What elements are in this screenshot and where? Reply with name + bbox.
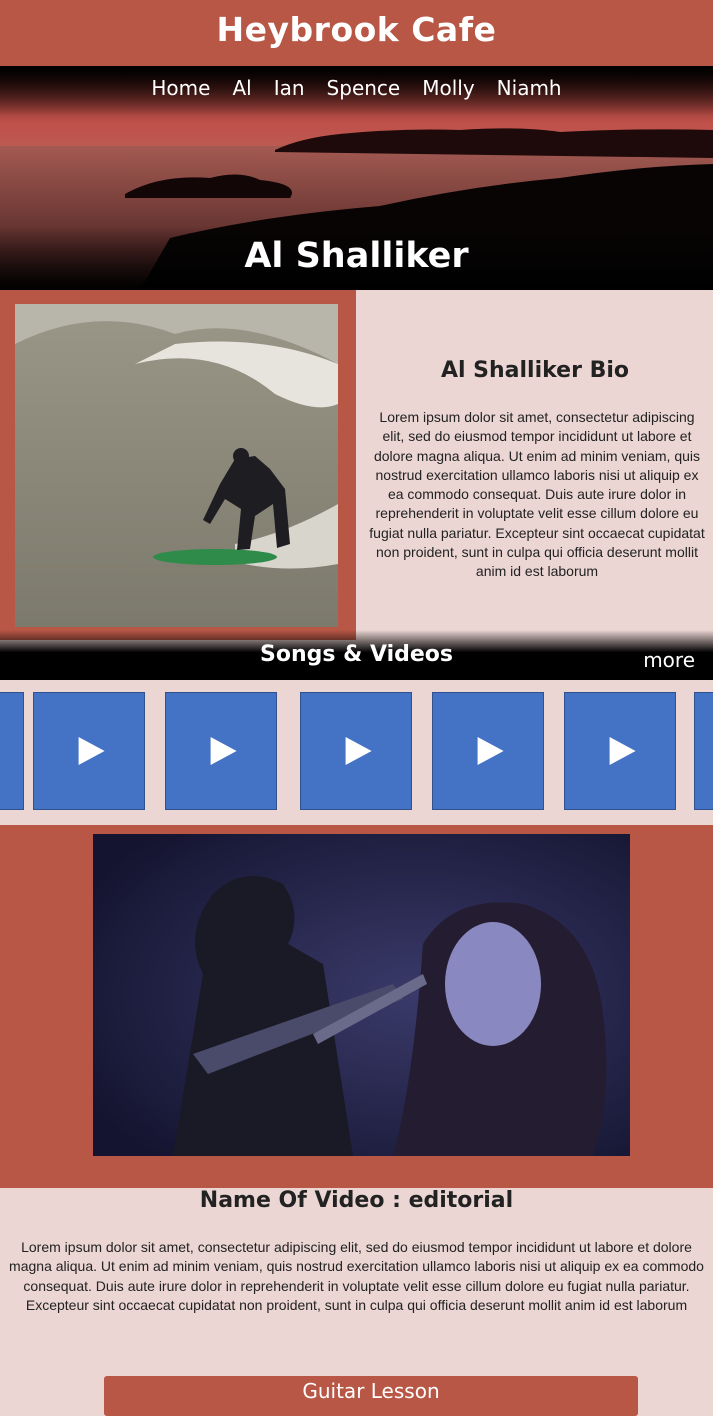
featured-video-section <box>0 825 713 1188</box>
video-thumbnail[interactable] <box>0 692 24 810</box>
play-icon <box>210 737 237 765</box>
songs-videos-heading: Songs & Videos <box>259 642 454 667</box>
songs-videos-bar: Songs & Videos more <box>0 630 713 680</box>
bio-text: Lorem ipsum dolor sit amet, consectetur … <box>369 409 705 580</box>
play-icon <box>609 737 636 765</box>
nav-item-al[interactable]: Al <box>221 76 262 100</box>
nav-item-home[interactable]: Home <box>140 76 221 100</box>
video-thumbnail[interactable] <box>564 692 676 810</box>
video-thumbnail[interactable] <box>694 692 713 810</box>
nav-item-ian[interactable]: Ian <box>263 76 316 100</box>
main-nav: Home Al Ian Spence Molly Niamh <box>0 76 713 100</box>
video-title: Name Of Video : editorial <box>199 1188 514 1213</box>
bio-photo-panel <box>0 290 356 640</box>
video-thumbnail[interactable] <box>300 692 412 810</box>
bio-heading: Al Shalliker Bio <box>440 358 630 383</box>
hero-banner: Home Al Ian Spence Molly Niamh Al Shalli… <box>0 66 713 290</box>
nav-item-spence[interactable]: Spence <box>316 76 412 100</box>
video-thumbnail[interactable] <box>432 692 544 810</box>
site-header: Heybrook Cafe <box>0 0 713 66</box>
more-link[interactable]: more <box>643 648 695 672</box>
site-title: Heybrook Cafe <box>216 10 497 49</box>
play-icon <box>477 737 504 765</box>
play-icon <box>345 737 372 765</box>
nav-item-niamh[interactable]: Niamh <box>486 76 573 100</box>
video-description: Lorem ipsum dolor sit amet, consectetur … <box>9 1239 704 1313</box>
featured-video-player[interactable] <box>93 834 630 1156</box>
play-icon <box>78 737 105 765</box>
guitar-lesson-button[interactable]: Guitar Lesson <box>104 1376 638 1416</box>
video-thumbnail[interactable] <box>165 692 277 810</box>
video-thumbnail-strip <box>0 680 713 825</box>
nav-item-molly[interactable]: Molly <box>411 76 485 100</box>
surfer-photo <box>15 304 338 627</box>
video-thumbnail[interactable] <box>33 692 145 810</box>
artist-name-heading: Al Shalliker <box>244 236 469 276</box>
bio-text-panel: Al Shalliker Bio Lorem ipsum dolor sit a… <box>357 290 713 640</box>
bio-section: Al Shalliker Bio Lorem ipsum dolor sit a… <box>0 290 713 640</box>
